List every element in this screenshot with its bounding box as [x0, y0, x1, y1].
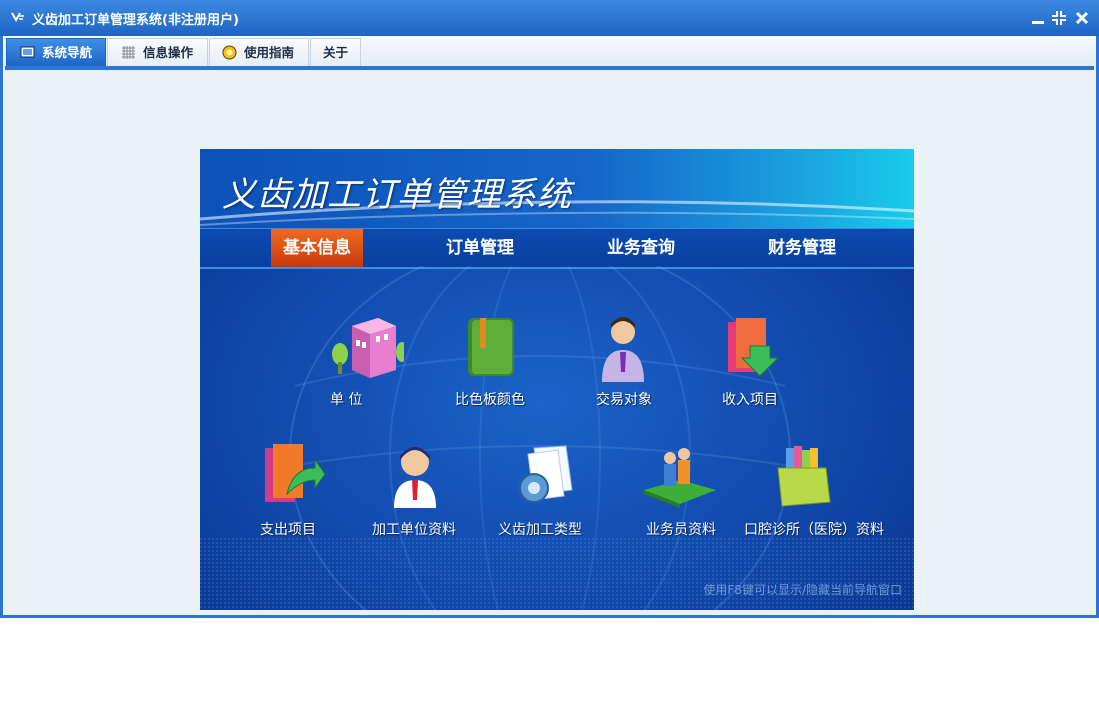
monitor-icon — [20, 46, 35, 58]
tab-label: 使用指南 — [244, 45, 295, 60]
title-bar: 义齿加工订单管理系统(非注册用户) — [0, 0, 1099, 36]
app-logo-icon — [11, 12, 24, 23]
tab-label: 关于 — [323, 45, 349, 60]
module-income-items[interactable]: 收入项目 — [718, 314, 798, 414]
nav-business-query[interactable]: 业务查询 — [595, 229, 687, 267]
module-dental-clinic[interactable]: 口腔诊所（医院）资料 — [740, 444, 890, 544]
tab-info-ops[interactable]: 信息操作 — [107, 38, 208, 66]
banner-title: 义齿加工订单管理系统 — [222, 175, 572, 215]
f8-hint: 使用F8键可以显示/隐藏当前导航窗口 — [703, 583, 902, 597]
nav-finance-mgmt[interactable]: 财务管理 — [756, 229, 848, 267]
banner-header: 义齿加工订单管理系统 — [200, 149, 914, 229]
module-label: 比色板颜色 — [455, 392, 525, 408]
people-book-icon — [644, 448, 716, 508]
tab-bar: 系统导航 信息操作 使用指南 关于 — [3, 36, 1096, 66]
module-expense-items[interactable]: 支出项目 — [255, 444, 335, 544]
building-icon — [332, 318, 404, 378]
globe-background — [200, 266, 914, 610]
module-label: 业务员资料 — [646, 522, 716, 538]
module-shade-color[interactable]: 比色板颜色 — [452, 314, 542, 414]
module-label: 加工单位资料 — [372, 522, 456, 538]
module-label: 义齿加工类型 — [498, 522, 582, 538]
folder-export-icon — [265, 444, 325, 502]
green-book-icon — [468, 318, 514, 376]
lightbulb-icon — [222, 45, 237, 60]
module-salesperson[interactable]: 业务员资料 — [640, 444, 730, 544]
window-title: 义齿加工订单管理系统(非注册用户) — [32, 13, 239, 28]
module-label: 单 位 — [330, 392, 363, 408]
nav-order-mgmt[interactable]: 订单管理 — [434, 229, 526, 267]
tab-system-nav[interactable]: 系统导航 — [6, 38, 106, 66]
module-counterparty[interactable]: 交易对象 — [592, 314, 672, 414]
businessman-icon — [602, 317, 644, 382]
tab-guide[interactable]: 使用指南 — [209, 38, 309, 66]
tab-label: 系统导航 — [42, 45, 93, 60]
module-unit[interactable]: 单 位 — [320, 314, 410, 414]
module-label: 口腔诊所（医院）资料 — [744, 522, 884, 538]
navigation-panel: 义齿加工订单管理系统 基本信息 订单管理 业务查询 财务管理 单 位 比色板颜色… — [200, 149, 914, 610]
file-box-icon — [777, 446, 831, 507]
minimize-icon[interactable] — [1031, 10, 1045, 26]
person-icon — [394, 447, 436, 508]
close-icon[interactable] — [1075, 10, 1089, 26]
module-label: 收入项目 — [722, 392, 778, 408]
folder-download-icon — [728, 318, 780, 377]
module-denture-type[interactable]: 义齿加工类型 — [496, 444, 596, 544]
module-label: 支出项目 — [260, 522, 316, 538]
module-processing-unit[interactable]: 加工单位资料 — [368, 444, 468, 544]
gear-document-icon — [519, 445, 573, 503]
tab-underline — [5, 66, 1094, 70]
main-nav: 基本信息 订单管理 业务查询 财务管理 — [200, 228, 914, 269]
module-label: 交易对象 — [596, 392, 652, 408]
restore-icon[interactable] — [1052, 10, 1066, 26]
tab-about[interactable]: 关于 — [310, 38, 361, 66]
grid-icon — [122, 46, 135, 59]
nav-basic-info[interactable]: 基本信息 — [271, 229, 363, 267]
tab-label: 信息操作 — [143, 45, 194, 60]
